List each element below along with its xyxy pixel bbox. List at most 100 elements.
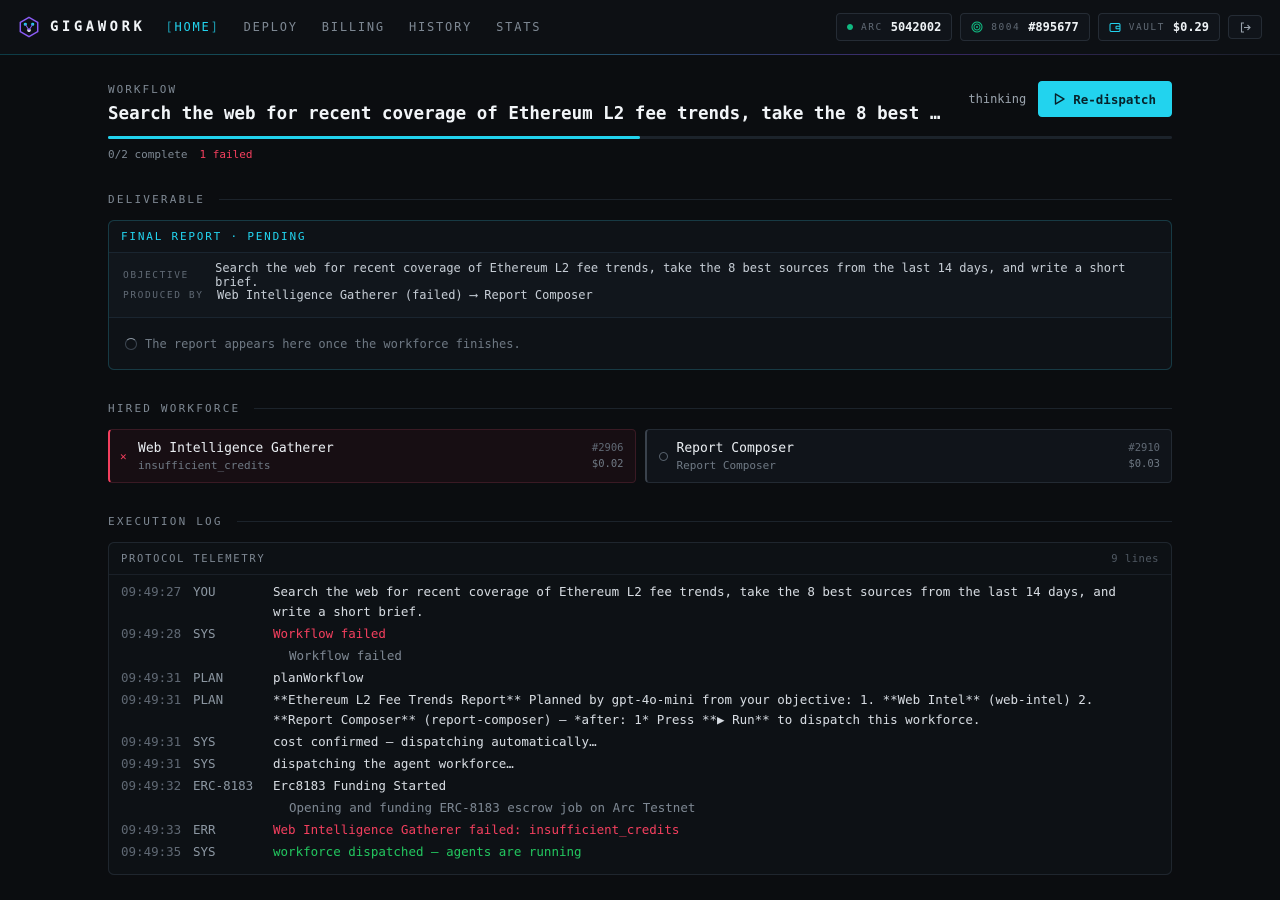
log-line-count: 9 lines xyxy=(1111,552,1159,565)
log-message: cost confirmed — dispatching automatical… xyxy=(273,734,597,749)
wallet-icon xyxy=(1109,23,1121,32)
fingerprint-icon xyxy=(971,21,983,33)
workflow-state: thinking xyxy=(968,92,1027,106)
hexagon-logo-icon xyxy=(19,16,39,38)
log-tag: SYS xyxy=(193,756,216,771)
log-message: Web Intelligence Gatherer failed: insuff… xyxy=(273,822,680,837)
play-icon xyxy=(1055,93,1065,105)
identity-pill[interactable]: 8004 #895677 xyxy=(960,13,1090,41)
log-row: 09:49:31 PLAN planWorkflow xyxy=(121,668,1159,688)
log-message: Erc8183 Funding Started xyxy=(273,778,447,793)
produced-by-value: Web Intelligence Gatherer (failed) ⟶ Rep… xyxy=(217,288,593,302)
log-message: Search the web for recent coverage of Et… xyxy=(273,584,1116,619)
log-tag: YOU xyxy=(193,584,216,599)
log-timestamp: 09:49:31 xyxy=(121,734,182,749)
nav-item-deploy[interactable]: DEPLOY xyxy=(244,20,298,34)
nav-home-label: HOME xyxy=(174,20,211,34)
log-timestamp: 09:49:32 xyxy=(121,778,182,793)
log-message: **Ethereum L2 Fee Trends Report** Planne… xyxy=(273,692,1094,727)
log-timestamp: 09:49:31 xyxy=(121,756,182,771)
log-message: Workflow failed xyxy=(273,626,386,641)
agent-price: $0.03 xyxy=(1128,458,1160,470)
divider xyxy=(236,521,1172,522)
log-tag: SYS xyxy=(193,734,216,749)
agent-id: #2906 xyxy=(591,442,624,454)
arc-block-pill[interactable]: ARC 5042002 xyxy=(836,13,953,41)
log-row: 09:49:31 SYS cost confirmed — dispatching … xyxy=(121,732,1159,752)
complete-count: 0/2 complete xyxy=(108,148,188,161)
log-header: PROTOCOL TELEMETRY 9 lines xyxy=(109,543,1171,575)
main-content: WORKFLOW Search the web for recent cover… xyxy=(108,55,1172,875)
log-row: 09:49:31 PLAN **Ethereum L2 Fee Trends Rep… xyxy=(121,690,1159,730)
progress-bar xyxy=(108,136,1172,139)
logout-button[interactable] xyxy=(1228,15,1262,39)
log-row: 09:49:35 SYS workforce dispatched — agents… xyxy=(121,842,1159,862)
nav-bracket-open: [ xyxy=(165,20,175,34)
status-pills: ARC 5042002 8004 #895677 VAULT $0.29 xyxy=(836,13,1262,41)
vault-label: VAULT xyxy=(1128,21,1165,33)
objective-key: OBJECTIVE xyxy=(123,269,189,281)
log-tag: PLAN xyxy=(193,670,224,685)
agent-card-report-composer[interactable]: Report Composer Report Composer #2910 $0… xyxy=(644,429,1172,483)
execution-log[interactable]: PROTOCOL TELEMETRY 9 lines 09:49:27 YOU Se… xyxy=(108,542,1172,875)
logout-icon xyxy=(1240,21,1251,33)
divider xyxy=(219,199,1172,200)
identity-label: 8004 xyxy=(991,21,1021,33)
agent-price: $0.02 xyxy=(591,458,624,470)
failed-x-icon: ✕ xyxy=(120,449,127,463)
loading-spinner-icon xyxy=(125,337,137,350)
pending-circle-icon xyxy=(658,451,668,461)
main-nav: [HOME] DEPLOY BILLING HISTORY STATS xyxy=(165,20,541,34)
log-tag: SYS xyxy=(193,626,216,641)
log-body: 09:49:27 YOU Search the web for recent cov… xyxy=(109,575,1171,874)
failed-count: 1 failed xyxy=(199,148,253,161)
nav-bracket-close: ] xyxy=(210,20,220,34)
agent-list: ✕ Web Intelligence Gatherer insufficient… xyxy=(108,429,1172,483)
arc-value: 5042002 xyxy=(890,20,942,34)
log-message: planWorkflow xyxy=(273,670,364,685)
objective-value: Search the web for recent coverage of Et… xyxy=(215,261,1126,289)
log-message: workforce dispatched — agents are runnin… xyxy=(273,844,582,859)
brand[interactable]: GIGAWORK xyxy=(18,16,145,38)
vault-value: $0.29 xyxy=(1172,20,1209,34)
deliverable-section-header: DELIVERABLE xyxy=(108,193,1172,206)
nav-item-billing[interactable]: BILLING xyxy=(322,20,385,34)
log-row: 09:49:28 SYS Workflow failed xyxy=(121,624,1159,644)
log-detail: Opening and funding ERC-8183 escrow job … xyxy=(289,800,696,815)
workflow-eyebrow: WORKFLOW xyxy=(108,83,177,96)
log-row: 09:49:31 SYS dispatching the agent workfor… xyxy=(121,754,1159,774)
online-dot-icon xyxy=(847,24,854,30)
log-timestamp: 09:49:31 xyxy=(121,692,182,707)
deliverable-card: FINAL REPORT · PENDING OBJECTIVE Search … xyxy=(108,220,1172,370)
log-section-title: EXECUTION LOG xyxy=(108,515,223,528)
agent-id: #2910 xyxy=(1128,442,1160,454)
log-row: 09:49:32 ERC-8183 Erc8183 Funding Started xyxy=(121,776,1159,796)
deliverable-meta: OBJECTIVE Search the web for recent cove… xyxy=(109,253,1171,318)
log-tag: ERR xyxy=(193,822,216,837)
log-tag: PLAN xyxy=(193,692,224,707)
workforce-section-title: HIRED WORKFORCE xyxy=(108,402,241,415)
redispatch-button[interactable]: Re-dispatch xyxy=(1038,81,1172,117)
identity-value: #895677 xyxy=(1028,20,1079,34)
workflow-title: Search the web for recent coverage of Et… xyxy=(108,104,948,124)
nav-item-history[interactable]: HISTORY xyxy=(409,20,472,34)
log-timestamp: 09:49:28 xyxy=(121,626,182,641)
deliverable-status-header: FINAL REPORT · PENDING xyxy=(109,221,1171,253)
vault-pill[interactable]: VAULT $0.29 xyxy=(1097,13,1220,41)
top-navigation-bar: GIGAWORK [HOME] DEPLOY BILLING HISTORY S… xyxy=(0,0,1280,55)
workforce-section-header: HIRED WORKFORCE xyxy=(108,402,1172,415)
report-placeholder: The report appears here once the workfor… xyxy=(109,318,1171,369)
log-row: 09:49:33 ERR Web Intelligence Gatherer fai… xyxy=(121,820,1159,840)
deliverable-section-title: DELIVERABLE xyxy=(108,193,206,206)
nav-item-home[interactable]: [HOME] xyxy=(165,20,219,34)
log-header-title: PROTOCOL TELEMETRY xyxy=(121,552,266,565)
arc-label: ARC xyxy=(861,21,883,33)
log-timestamp: 09:49:31 xyxy=(121,670,182,685)
brand-name: GIGAWORK xyxy=(50,19,146,35)
agent-error: insufficient_credits xyxy=(138,458,271,472)
agent-card-web-intelligence[interactable]: ✕ Web Intelligence Gatherer insufficient… xyxy=(108,429,636,483)
produced-by-key: PRODUCED BY xyxy=(123,289,204,301)
nav-item-stats[interactable]: STATS xyxy=(496,20,541,34)
log-tag: SYS xyxy=(193,844,216,859)
redispatch-label: Re-dispatch xyxy=(1073,91,1156,107)
